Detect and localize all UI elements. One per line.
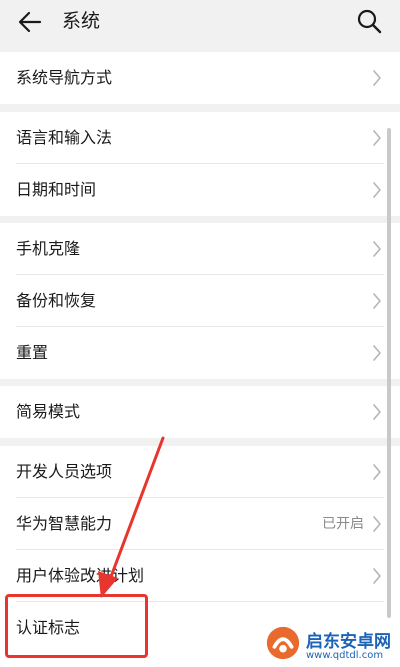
list-item-backup-restore[interactable]: 备份和恢复 <box>0 275 400 327</box>
list-item-label: 重置 <box>16 343 49 362</box>
list-item-label: 华为智慧能力 <box>16 514 113 533</box>
list-item-phone-clone[interactable]: 手机克隆 <box>0 223 400 275</box>
header: 系统 <box>0 0 400 48</box>
list-item-system-navigation[interactable]: 系统导航方式 <box>0 52 400 104</box>
group-clone-backup-reset: 手机克隆 备份和恢复 重置 <box>0 223 400 379</box>
back-arrow-icon[interactable] <box>16 8 44 36</box>
list-item-label: 用户体验改进计划 <box>16 566 145 585</box>
list-item-label: 系统导航方式 <box>16 68 113 87</box>
chevron-right-icon <box>373 516 381 532</box>
group-language-time: 语言和输入法 日期和时间 <box>0 112 400 216</box>
status-value: 已开启 <box>322 516 364 532</box>
list-item-label: 手机克隆 <box>16 239 81 258</box>
search-icon[interactable] <box>356 8 382 34</box>
list-item-reset[interactable]: 重置 <box>0 327 400 379</box>
list-item-label: 日期和时间 <box>16 180 97 199</box>
chevron-right-icon <box>373 293 381 309</box>
watermark: 启东安卓网 www.qdtdl.com <box>262 622 400 667</box>
list-item-label: 语言和输入法 <box>16 128 113 147</box>
scrollbar[interactable] <box>387 128 391 618</box>
group-simple-mode: 简易模式 <box>0 386 400 438</box>
chevron-right-icon <box>373 182 381 198</box>
chevron-right-icon <box>373 130 381 146</box>
chevron-right-icon <box>373 568 381 584</box>
list-item-huawei-smart[interactable]: 华为智慧能力 已开启 <box>0 498 400 550</box>
chevron-right-icon <box>373 241 381 257</box>
list-item-simple-mode[interactable]: 简易模式 <box>0 386 400 438</box>
watermark-logo-icon <box>266 626 300 660</box>
watermark-brand: 启东安卓网 <box>306 632 391 652</box>
page-title: 系统 <box>62 10 101 32</box>
list-item-developer-options[interactable]: 开发人员选项 <box>0 446 400 498</box>
list-item-label: 备份和恢复 <box>16 291 97 310</box>
list-item-label: 开发人员选项 <box>16 462 113 481</box>
chevron-right-icon <box>373 404 381 420</box>
list-item-label: 认证标志 <box>16 618 81 637</box>
chevron-right-icon <box>373 464 381 480</box>
list-item-label: 简易模式 <box>16 402 81 421</box>
watermark-url: www.qdtdl.com <box>306 650 384 661</box>
chevron-right-icon <box>373 70 381 86</box>
chevron-right-icon <box>373 345 381 361</box>
list-item-user-experience[interactable]: 用户体验改进计划 <box>0 550 400 602</box>
list-item-language-input[interactable]: 语言和输入法 <box>0 112 400 164</box>
list-item-date-time[interactable]: 日期和时间 <box>0 164 400 216</box>
group-navigation: 系统导航方式 <box>0 52 400 104</box>
